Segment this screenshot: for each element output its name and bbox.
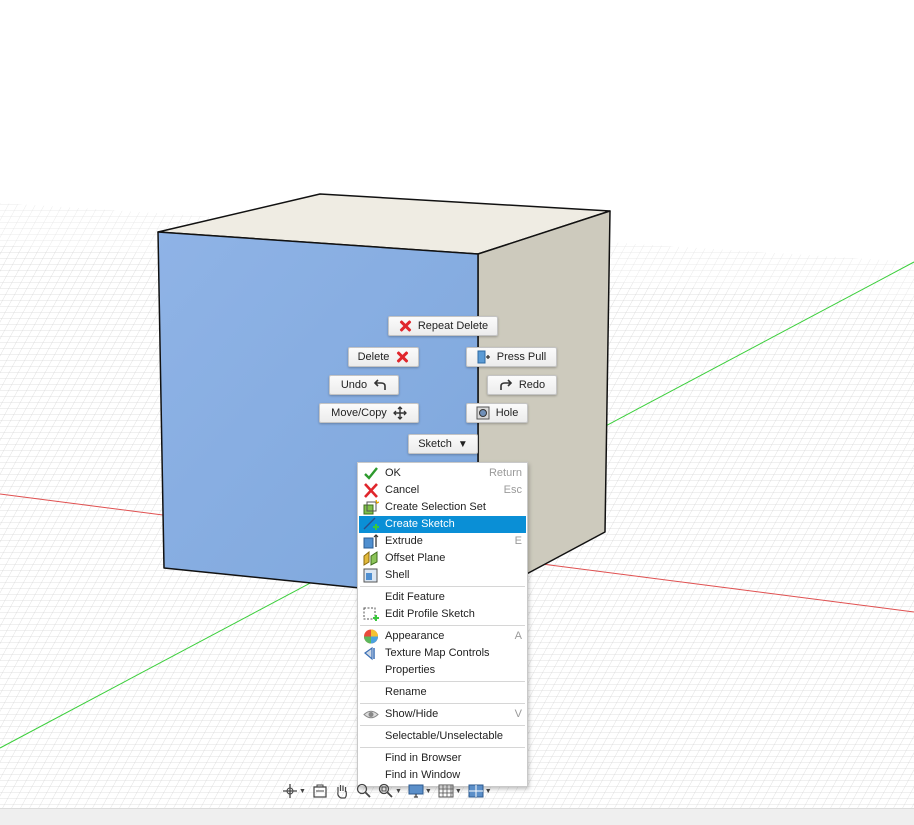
menu-separator [360, 747, 525, 748]
menu-item-show-hide[interactable]: Show/Hide V [359, 706, 526, 723]
edit-profile-sketch-icon [363, 607, 379, 621]
grid-settings-button[interactable]: ▼ [436, 781, 464, 801]
eye-icon [363, 710, 379, 719]
look-at-button[interactable] [310, 781, 330, 801]
menu-item-properties[interactable]: Properties [359, 662, 526, 679]
status-bar [0, 808, 914, 825]
hole-button[interactable]: Hole [466, 403, 528, 423]
viewports-button[interactable]: ▼ [466, 781, 494, 801]
menu-item-selectable-unselectable[interactable]: Selectable/Unselectable [359, 728, 526, 745]
display-settings-button[interactable]: ▼ [406, 781, 434, 801]
look-at-icon [313, 784, 327, 798]
menu-separator [360, 586, 525, 587]
create-sketch-icon [363, 517, 379, 530]
press-pull-button[interactable]: Press Pull [466, 347, 557, 367]
appearance-icon [364, 629, 378, 644]
viewports-icon [468, 784, 484, 798]
shell-icon [363, 568, 378, 583]
menu-item-edit-profile-sketch[interactable]: Edit Profile Sketch [359, 606, 526, 623]
menu-item-extrude[interactable]: Extrude E [359, 533, 526, 550]
menu-item-offset-plane[interactable]: Offset Plane [359, 550, 526, 567]
orbit-button[interactable]: ▼ [280, 781, 308, 801]
zoom-button[interactable] [354, 781, 374, 801]
menu-separator [360, 703, 525, 704]
menu-separator [360, 625, 525, 626]
selection-set-icon [363, 500, 379, 515]
menu-item-edit-feature[interactable]: Edit Feature [359, 589, 526, 606]
navigation-bar: ▼ ▼ ▼ ▼ ▼ [280, 780, 514, 802]
menu-item-find-in-browser[interactable]: Find in Browser [359, 750, 526, 767]
fit-zoom-button[interactable]: ▼ [376, 781, 404, 801]
delete-x-icon [395, 350, 409, 364]
undo-button[interactable]: Undo [329, 375, 399, 395]
check-icon [364, 467, 378, 480]
fit-zoom-icon [378, 783, 393, 798]
hole-icon [476, 406, 490, 420]
sketch-dropdown-button[interactable]: Sketch ▼ [408, 434, 478, 454]
menu-item-ok[interactable]: OK Return [359, 465, 526, 482]
menu-item-cancel[interactable]: Cancel Esc [359, 482, 526, 499]
context-menu: OK Return Cancel Esc Create Selection Se… [357, 462, 528, 787]
extrude-icon [363, 534, 379, 549]
menu-item-create-sketch[interactable]: Create Sketch [359, 516, 526, 533]
move-copy-button[interactable]: Move/Copy [319, 403, 419, 423]
cancel-icon [364, 483, 378, 498]
repeat-delete-button[interactable]: Repeat Delete [388, 316, 498, 336]
grid-settings-icon [438, 784, 454, 798]
menu-separator [360, 681, 525, 682]
press-pull-icon [477, 350, 490, 364]
delete-x-icon [398, 319, 412, 333]
move-arrows-icon [392, 406, 407, 420]
menu-separator [360, 725, 525, 726]
menu-item-rename[interactable]: Rename [359, 684, 526, 701]
pan-hand-icon [337, 785, 347, 799]
offset-plane-icon [363, 551, 378, 566]
delete-button[interactable]: Delete [348, 347, 419, 367]
undo-arrow-icon [374, 379, 386, 390]
menu-item-shell[interactable]: Shell [359, 567, 526, 584]
menu-item-appearance[interactable]: Appearance A [359, 628, 526, 645]
redo-button[interactable]: Redo [487, 375, 557, 395]
menu-item-texture-map-controls[interactable]: Texture Map Controls [359, 645, 526, 662]
display-settings-icon [408, 784, 424, 798]
redo-arrow-icon [500, 379, 512, 390]
pan-button[interactable] [332, 781, 352, 801]
menu-item-create-selection-set[interactable]: Create Selection Set [359, 499, 526, 516]
zoom-icon [356, 783, 371, 798]
dropdown-triangle-icon: ▼ [457, 438, 468, 450]
orbit-icon [283, 784, 297, 798]
texture-map-icon [364, 646, 375, 661]
